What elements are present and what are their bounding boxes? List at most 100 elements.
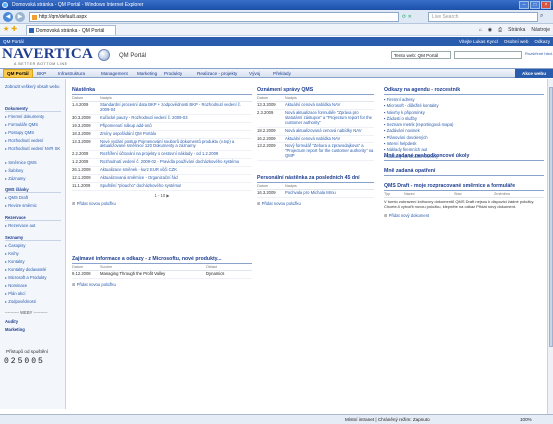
search-icon[interactable]: ⌕ — [540, 13, 543, 20]
tab-vyvoj[interactable]: Vývoj — [249, 69, 260, 78]
scrollbar-thumb[interactable] — [549, 87, 553, 347]
nav-item-zaznamy[interactable]: Záznamy — [5, 176, 25, 181]
nastenka-add-item-link[interactable]: Přidat novou položku — [72, 198, 252, 206]
section-dokumenty[interactable]: Dokumenty — [5, 106, 61, 112]
row-title[interactable]: Nová aktualizace formuláře "Zpráva pro s… — [285, 110, 374, 126]
tab-realizace[interactable]: Realizace - projekty — [197, 69, 237, 78]
row-title[interactable]: Nové vydání postup Pojmenování souborů d… — [100, 139, 252, 150]
nav-item-kontakty[interactable]: Kontakty — [5, 259, 24, 264]
live-search-input[interactable]: Live Search — [428, 12, 538, 22]
col-souhrn[interactable]: Souhrn — [100, 265, 206, 269]
site-search-input[interactable] — [454, 51, 522, 59]
napravy-title[interactable]: Mně zadaná opatření — [384, 168, 544, 176]
row-summary[interactable]: Managing Through the Profit Valley — [100, 271, 206, 277]
tab-management[interactable]: Management — [101, 69, 128, 78]
neshody-title[interactable]: Mně zadané neshodkoncové úkoly — [384, 153, 544, 161]
col-datum[interactable]: Datum — [257, 184, 285, 188]
oznameni-title[interactable]: Oznámení správy QMS — [257, 87, 374, 95]
odkazy-title[interactable]: Odkazy na agendu - rozcestník — [384, 87, 544, 95]
table-row[interactable]: 26.1.2009 Aktualizace směnek - kurz EUR v… — [72, 167, 252, 176]
nav-item-sablony[interactable]: Šablony — [5, 168, 23, 173]
refresh-icon[interactable]: ⟳ ✕ — [402, 12, 424, 22]
table-row[interactable]: 2.2.2009 Rozšíření účtování na projekty o… — [72, 151, 252, 160]
zajimave-add-item-link[interactable]: Přidat novou položku — [72, 279, 252, 287]
close-button[interactable]: × — [541, 1, 551, 9]
view-all-content-link[interactable]: Zobrazit veškerý obsah webu — [5, 84, 63, 89]
col-stav[interactable]: Stav — [454, 192, 494, 196]
row-title[interactable]: Aktuální cenová nabídka NAV — [285, 136, 340, 142]
favorites-star-icon[interactable]: ★ ✚ — [3, 25, 17, 34]
zoom-level[interactable]: 100% — [520, 415, 532, 424]
col-datum[interactable]: Datum — [72, 265, 100, 269]
tab-preklady[interactable]: Překlady — [273, 69, 291, 78]
personalni-title[interactable]: Personální nástěnka za posledních 45 dní — [257, 175, 374, 183]
mysite-link[interactable]: Osobní web — [504, 37, 529, 46]
nav-item-revize-smernic[interactable]: Revize směrnic — [5, 203, 37, 208]
table-row[interactable]: 16.2.2009 Aktuální cenová nabídka NAV — [257, 136, 374, 144]
minimize-button[interactable]: – — [519, 1, 529, 9]
nav-item-smernice-qms[interactable]: Směrnice QMS — [5, 160, 36, 165]
nastenka-title[interactable]: Nástěnka — [72, 87, 252, 95]
web-marketing[interactable]: Marketing — [5, 327, 61, 332]
feeds-icon[interactable]: ◉ — [488, 25, 492, 35]
nav-item-zodpovednosti[interactable]: Zodpovědnosti — [5, 299, 35, 304]
nav-item-casopisy[interactable]: Časopisy — [5, 243, 25, 248]
section-qms-clanky[interactable]: QMS články — [5, 187, 61, 193]
forward-button[interactable]: ▶ — [15, 12, 25, 22]
table-row[interactable]: 18.2.2009 Nová aktualizovaná cenová nabíd… — [257, 128, 374, 136]
links-menu[interactable]: Odkazy — [534, 37, 550, 46]
nav-item-postupy-qms[interactable]: Postupy QMS — [5, 130, 34, 135]
tools-menu[interactable]: Nástroje — [531, 25, 550, 35]
table-row[interactable]: 16.3.2009 Pochvala pro Michala Mrnu — [257, 190, 374, 198]
nav-item-formulare-qms[interactable]: Formuláře QMS — [5, 122, 38, 127]
col-zmeneno[interactable]: Změněno — [494, 192, 510, 196]
row-title[interactable]: Spuštění "ploacho" docházkového systému! — [100, 183, 181, 189]
col-oblast[interactable]: Oblast — [206, 265, 217, 269]
nastenka-pager[interactable]: 1 - 10 ▶ — [72, 191, 252, 198]
nav-item-rozhodnuti-vedeni[interactable]: Rozhodnutí vedení — [5, 138, 43, 143]
page-menu[interactable]: Stránka — [508, 25, 525, 35]
table-row[interactable]: 18.3.2009 Zmíny uspořádání QM Portálu — [72, 131, 252, 139]
table-row[interactable]: 2.3.2009 Nová aktualizace formuláře "Zprá… — [257, 110, 374, 128]
table-row[interactable]: 11.1.2009 Spuštění "ploacho" docházkového… — [72, 183, 252, 191]
section-seznamy[interactable]: Seznamy — [5, 235, 61, 241]
nav-item-rozhodnuti-vedeni-sk[interactable]: Rozhodnutí vedení NVR SK — [5, 146, 60, 151]
row-title[interactable]: Rozšíření účtování na projekty o cestovn… — [100, 151, 218, 157]
page-scrollbar[interactable] — [547, 79, 553, 414]
site-actions-menu[interactable]: Akce webu — [515, 69, 553, 78]
welcome-menu[interactable]: Vítejte Lukas Kyncl — [459, 37, 498, 46]
col-typ[interactable]: Typ — [384, 192, 404, 196]
tab-produkty[interactable]: Produkty — [164, 69, 182, 78]
address-field[interactable]: http://qm/default.aspx — [29, 12, 399, 22]
tab-marketing[interactable]: Marketing — [137, 69, 157, 78]
qms-draft-title[interactable]: QMS Draft - moje rozpracované směrnice a… — [384, 183, 544, 191]
home-icon[interactable]: ⌂ — [479, 25, 482, 35]
row-title[interactable]: Nová aktualizovaná cenová nabídky NAV — [285, 128, 362, 134]
table-row[interactable]: 19.3.2009 Připomenutí nákup add-onů — [72, 123, 252, 131]
row-title[interactable]: Zmíny uspořádání QM Portálu — [100, 131, 156, 137]
row-title[interactable]: Aktuální cenová nabídka NAV — [285, 102, 340, 108]
back-button[interactable]: ◀ — [3, 12, 13, 22]
col-nadpis[interactable]: Nadpis — [100, 96, 112, 100]
nav-item-firemni-dokumenty[interactable]: Firemní dokumenty — [5, 114, 44, 119]
qms-draft-add-document-link[interactable]: Přidat nový dokument — [384, 210, 544, 218]
row-title[interactable]: Připomenutí nákup add-onů — [100, 123, 152, 129]
row-title[interactable]: Standardní procesní data BKP + zodpovědn… — [100, 102, 252, 113]
table-row[interactable]: 30.3.2009 Kuřácké pauzy - Rozhodnutí vede… — [72, 115, 252, 123]
col-nadpis[interactable]: Nadpis — [285, 96, 297, 100]
table-row[interactable]: 13.2.2009 Nový formulář "Zebura a zpravod… — [257, 143, 374, 162]
section-rezervace[interactable]: Rezervace — [5, 215, 61, 221]
zajimave-title[interactable]: Zajímavé informace a odkazy - z Microsof… — [72, 256, 252, 264]
row-title[interactable]: Rozhodnutí vedení č. 2009-02 - Pravidla … — [100, 159, 239, 165]
nav-item-rezervace-aut[interactable]: Rezervace aut — [5, 223, 35, 228]
print-icon[interactable]: ⎙ — [498, 25, 502, 35]
table-row[interactable]: 9.12.2008 Managing Through the Profit Va… — [72, 271, 252, 279]
personalni-add-item-link[interactable]: Přidat novou položku — [257, 198, 374, 206]
table-row[interactable]: 13.3.2009 Nové vydání postup Pojmenování … — [72, 139, 252, 152]
col-datum[interactable]: Datum — [72, 96, 100, 100]
advanced-search-link[interactable]: Rozšířené hled. — [525, 51, 553, 56]
tab-infrastruktura[interactable]: Infrastruktura — [58, 69, 85, 78]
browser-tab[interactable]: Domovská stránka - QM Portál — [26, 25, 116, 35]
nav-item-nominace[interactable]: Nominace — [5, 283, 27, 288]
row-title[interactable]: Nový formulář "Zebura a zpravodajkova" a… — [285, 144, 374, 159]
